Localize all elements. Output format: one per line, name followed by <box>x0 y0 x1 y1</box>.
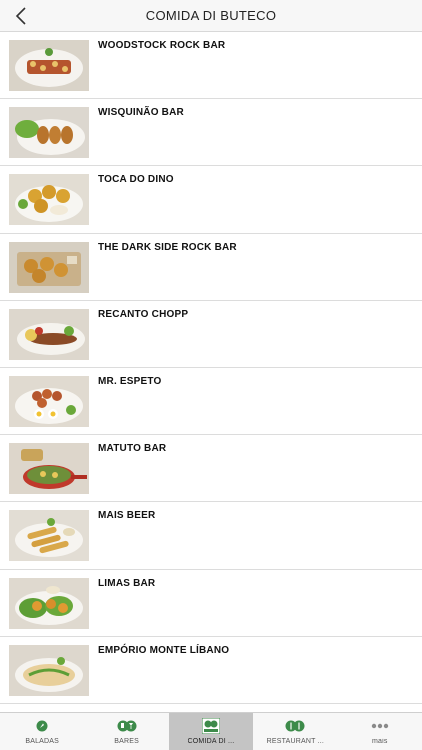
dish-thumbnail <box>9 241 89 293</box>
tab-label: mais <box>371 738 388 745</box>
dish-thumbnail <box>9 174 89 226</box>
bar-name: MR. ESPETO <box>98 375 162 387</box>
dish-thumbnail <box>9 40 89 91</box>
page-title: COMIDA DI BUTECO <box>145 8 277 23</box>
dish-thumbnail <box>9 107 89 159</box>
bar-name: LIMAS BAR <box>98 577 156 589</box>
dish-thumbnail <box>9 577 89 629</box>
tab-label: BALADAS <box>25 738 60 745</box>
tab-bar: BALADAS BARES COMIDA DI ... RESTAURANT .… <box>0 712 422 750</box>
dish-thumbnail <box>9 644 89 696</box>
dish-thumbnail <box>9 510 89 562</box>
bar-list: WOODSTOCK ROCK BAR WISQUINÃO BAR TOCA DO… <box>0 32 422 712</box>
bar-name: WISQUINÃO BAR <box>98 107 184 119</box>
comida-di-buteco-icon <box>200 718 222 734</box>
bar-name: WOODSTOCK ROCK BAR <box>98 40 226 51</box>
list-item[interactable]: LIMAS BAR <box>0 569 422 637</box>
tab-comida-di-buteco[interactable]: COMIDA DI ... <box>168 713 254 750</box>
baladas-icon <box>31 718 53 734</box>
tab-restaurantes[interactable]: RESTAURANT ... <box>253 713 337 750</box>
bar-name: TOCA DO DINO <box>98 174 174 186</box>
bar-name: EMPÓRIO MONTE LÍBANO <box>98 644 230 656</box>
tab-label: BARES <box>114 738 139 745</box>
navigation-bar: COMIDA DI BUTECO <box>0 0 422 32</box>
bares-icon <box>116 718 138 734</box>
list-item[interactable]: MAIS BEER <box>0 502 422 570</box>
list-item[interactable]: WOODSTOCK ROCK BAR <box>0 32 422 100</box>
tab-baladas[interactable]: BALADAS <box>0 713 84 750</box>
list-item[interactable]: EMPÓRIO MONTE LÍBANO <box>0 636 422 704</box>
tab-more[interactable]: mais <box>338 713 422 750</box>
tab-label: RESTAURANT ... <box>266 738 325 745</box>
list-item[interactable]: TOCA DO DINO <box>0 166 422 234</box>
tab-bares[interactable]: BARES <box>84 713 168 750</box>
bar-name: MATUTO BAR <box>98 443 167 455</box>
dish-thumbnail <box>9 443 89 495</box>
list-item[interactable]: WISQUINÃO BAR <box>0 99 422 167</box>
bar-name: THE DARK SIDE ROCK BAR <box>98 241 237 253</box>
dish-thumbnail <box>9 308 89 360</box>
list-item[interactable]: RECANTO CHOPP <box>0 300 422 368</box>
bar-name: MAIS BEER <box>98 510 156 522</box>
dish-thumbnail <box>9 375 89 427</box>
restaurantes-icon <box>284 718 306 734</box>
list-item[interactable]: MR. ESPETO <box>0 367 422 436</box>
tab-label: COMIDA DI ... <box>187 738 235 745</box>
bar-name: RECANTO CHOPP <box>98 308 189 320</box>
more-dots-icon <box>369 718 391 734</box>
list-item[interactable]: THE DARK SIDE ROCK BAR <box>0 233 422 301</box>
list-item[interactable]: MATUTO BAR <box>0 435 422 503</box>
